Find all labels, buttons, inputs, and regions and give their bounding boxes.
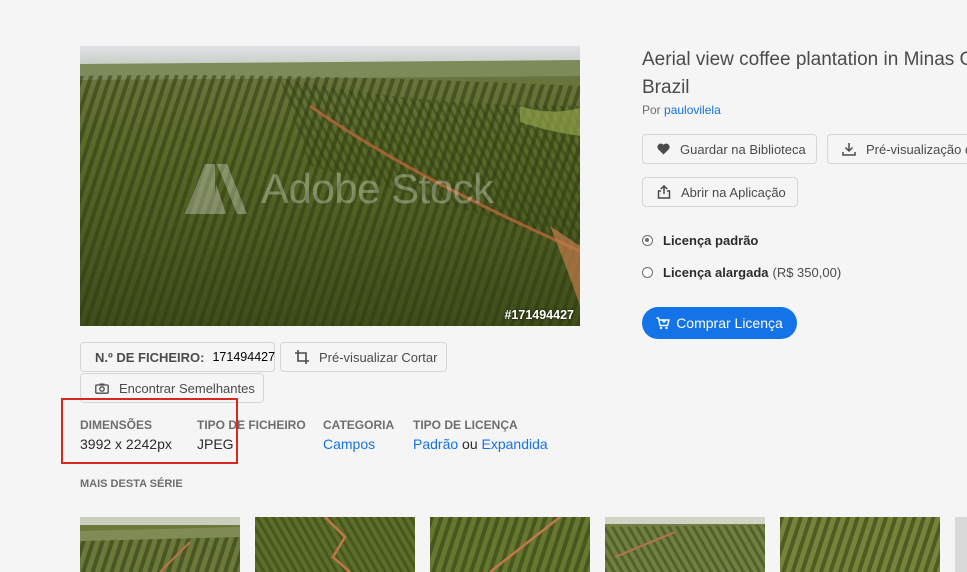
byline: Por paulovilela	[642, 103, 721, 117]
series-thumbnail[interactable]	[80, 517, 240, 572]
preview-crop-button[interactable]: Pré-visualizar Cortar	[280, 342, 447, 372]
license-type-block: TIPO DE LICENÇA Padrão ou Expandida	[413, 418, 548, 452]
camera-icon	[95, 383, 109, 394]
category-link[interactable]: Campos	[323, 436, 394, 452]
series-thumbnail[interactable]	[955, 517, 967, 572]
asset-title-line2: Brazil	[642, 77, 690, 98]
file-number-label: N.º DE FICHEIRO:	[95, 349, 205, 365]
watermark-text: Adobe Stock	[261, 165, 494, 212]
license-standard-option[interactable]: Licença padrão	[642, 233, 758, 248]
series-thumbnail[interactable]	[430, 517, 590, 572]
adobe-logo-icon	[185, 164, 247, 214]
heart-icon	[657, 143, 670, 155]
category-label: CATEGORIA	[323, 418, 395, 432]
preview-download-button[interactable]: Pré-visualização d	[827, 134, 967, 164]
share-icon	[657, 185, 671, 199]
license-extended-price: (R$ 350,00)	[772, 265, 842, 280]
license-type-label: TIPO DE LICENÇA	[413, 418, 518, 432]
series-thumbnail[interactable]	[605, 517, 765, 572]
series-thumbnail[interactable]	[255, 517, 415, 572]
license-standard-label: Licença padrão	[663, 233, 759, 248]
save-library-label: Guardar na Biblioteca	[680, 141, 806, 157]
preview-download-label: Pré-visualização d	[866, 141, 967, 157]
highlight-box	[61, 398, 238, 464]
find-similar-label: Encontrar Semelhantes	[119, 380, 255, 396]
series-title: MAIS DESTA SÉRIE	[80, 478, 183, 490]
buy-license-label: Comprar Licença	[676, 315, 783, 331]
license-extended-label: Licença alargada	[663, 265, 769, 280]
open-in-app-button[interactable]: Abrir na Aplicação	[642, 177, 798, 207]
license-extended-option[interactable]: Licença alargada (R$ 350,00)	[642, 265, 841, 280]
asset-id-overlay: #171494427	[504, 308, 574, 322]
license-standard-link[interactable]: Padrão	[413, 436, 458, 452]
license-extended-link[interactable]: Expandida	[482, 436, 548, 452]
byline-prefix: Por	[642, 103, 661, 117]
category-block: CATEGORIA Campos	[323, 418, 394, 452]
license-or-text: ou	[462, 436, 478, 452]
series-thumbnail[interactable]	[780, 517, 940, 572]
radio-checked-icon[interactable]	[642, 235, 653, 246]
asset-title: Aerial view coffee plantation in Minas G…	[642, 46, 967, 102]
open-in-app-label: Abrir na Aplicação	[681, 184, 786, 200]
asset-title-line1: Aerial view coffee plantation in Minas G	[642, 49, 967, 70]
cart-icon	[656, 316, 671, 330]
main-image[interactable]: Adobe Stock #171494427	[80, 46, 580, 326]
preview-crop-label: Pré-visualizar Cortar	[319, 349, 438, 365]
buy-license-button[interactable]: Comprar Licença	[642, 307, 797, 339]
file-number-box: N.º DE FICHEIRO: 171494427	[80, 342, 275, 372]
author-link[interactable]: paulovilela	[664, 103, 721, 117]
file-number-value: 171494427	[212, 350, 276, 364]
download-icon	[842, 142, 856, 156]
radio-unchecked-icon[interactable]	[642, 267, 653, 278]
crop-icon	[295, 350, 309, 364]
watermark: Adobe Stock	[185, 164, 494, 214]
save-library-button[interactable]: Guardar na Biblioteca	[642, 134, 817, 164]
